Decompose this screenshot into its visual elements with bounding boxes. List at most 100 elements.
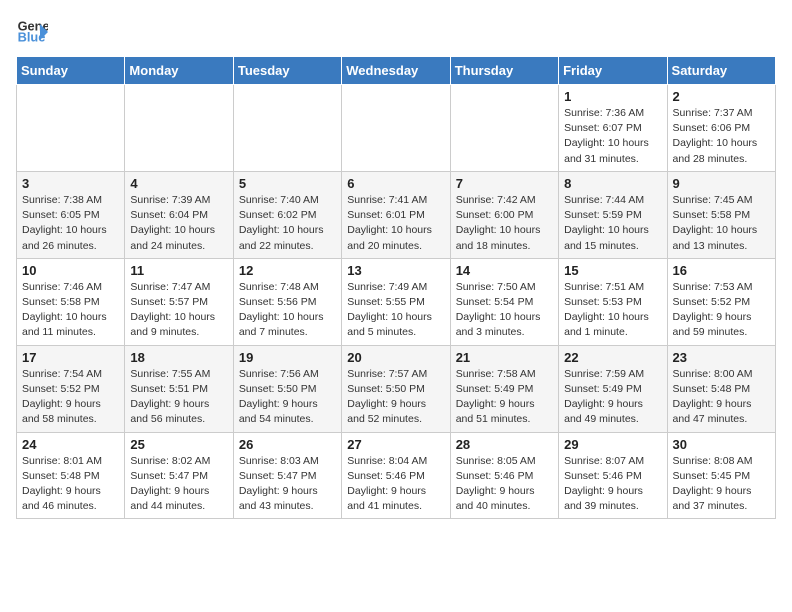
- day-info: Sunrise: 7:48 AMSunset: 5:56 PMDaylight:…: [239, 280, 336, 341]
- day-info: Sunrise: 7:41 AMSunset: 6:01 PMDaylight:…: [347, 193, 444, 254]
- calendar-cell: [17, 85, 125, 172]
- calendar-cell: 12Sunrise: 7:48 AMSunset: 5:56 PMDayligh…: [233, 258, 341, 345]
- day-info: Sunrise: 8:05 AMSunset: 5:46 PMDaylight:…: [456, 454, 553, 515]
- week-row-3: 10 Sunrise: 7:46 AMSunset: 5:58 PMDayligh…: [17, 258, 776, 345]
- day-header-saturday: Saturday: [667, 57, 775, 85]
- day-info: Sunrise: 7:47 AMSunset: 5:57 PMDaylight:…: [130, 280, 227, 341]
- day-info: Sunrise: 8:03 AMSunset: 5:47 PMDaylight:…: [239, 454, 336, 515]
- day-header-sunday: Sunday: [17, 57, 125, 85]
- day-number: 11: [130, 263, 227, 278]
- day-number: 15: [564, 263, 661, 278]
- calendar-cell: [342, 85, 450, 172]
- day-info: Sunrise: 7:44 AMSunset: 5:59 PMDaylight:…: [564, 193, 661, 254]
- day-info: Sunrise: 8:07 AMSunset: 5:46 PMDaylight:…: [564, 454, 661, 515]
- day-number: 1: [564, 89, 661, 104]
- calendar-cell: 29 Sunrise: 8:07 AMSunset: 5:46 PMDayligh…: [559, 432, 667, 519]
- calendar-cell: 30 Sunrise: 8:08 AMSunset: 5:45 PMDayligh…: [667, 432, 775, 519]
- day-header-tuesday: Tuesday: [233, 57, 341, 85]
- day-number: 20: [347, 350, 444, 365]
- day-number: 28: [456, 437, 553, 452]
- calendar-cell: 13Sunrise: 7:49 AMSunset: 5:55 PMDayligh…: [342, 258, 450, 345]
- day-header-friday: Friday: [559, 57, 667, 85]
- day-number: 7: [456, 176, 553, 191]
- day-info: Sunrise: 7:51 AMSunset: 5:53 PMDaylight:…: [564, 280, 661, 341]
- day-number: 6: [347, 176, 444, 191]
- day-number: 22: [564, 350, 661, 365]
- day-number: 29: [564, 437, 661, 452]
- week-row-1: 1 Sunrise: 7:36 AMSunset: 6:07 PMDaylight…: [17, 85, 776, 172]
- day-number: 17: [22, 350, 119, 365]
- calendar-cell: 20 Sunrise: 7:57 AMSunset: 5:50 PMDayligh…: [342, 345, 450, 432]
- calendar-cell: 6 Sunrise: 7:41 AMSunset: 6:01 PMDaylight…: [342, 171, 450, 258]
- day-number: 30: [673, 437, 770, 452]
- calendar-cell: 23 Sunrise: 8:00 AMSunset: 5:48 PMDayligh…: [667, 345, 775, 432]
- day-info: Sunrise: 8:08 AMSunset: 5:45 PMDaylight:…: [673, 454, 770, 515]
- day-number: 21: [456, 350, 553, 365]
- calendar-cell: 5 Sunrise: 7:40 AMSunset: 6:02 PMDaylight…: [233, 171, 341, 258]
- day-number: 9: [673, 176, 770, 191]
- day-number: 23: [673, 350, 770, 365]
- day-number: 13: [347, 263, 444, 278]
- day-info: Sunrise: 7:38 AMSunset: 6:05 PMDaylight:…: [22, 193, 119, 254]
- day-number: 27: [347, 437, 444, 452]
- calendar-cell: 17 Sunrise: 7:54 AMSunset: 5:52 PMDayligh…: [17, 345, 125, 432]
- calendar-cell: 4 Sunrise: 7:39 AMSunset: 6:04 PMDaylight…: [125, 171, 233, 258]
- day-info: Sunrise: 8:01 AMSunset: 5:48 PMDaylight:…: [22, 454, 119, 515]
- day-number: 19: [239, 350, 336, 365]
- day-info: Sunrise: 7:53 AMSunset: 5:52 PMDaylight:…: [673, 280, 770, 341]
- day-number: 5: [239, 176, 336, 191]
- calendar-cell: 10 Sunrise: 7:46 AMSunset: 5:58 PMDayligh…: [17, 258, 125, 345]
- day-number: 16: [673, 263, 770, 278]
- calendar-cell: 2 Sunrise: 7:37 AMSunset: 6:06 PMDaylight…: [667, 85, 775, 172]
- calendar-cell: 8Sunrise: 7:44 AMSunset: 5:59 PMDaylight…: [559, 171, 667, 258]
- page-header: General Blue: [16, 16, 776, 48]
- calendar: SundayMondayTuesdayWednesdayThursdayFrid…: [16, 56, 776, 519]
- calendar-cell: 25 Sunrise: 8:02 AMSunset: 5:47 PMDayligh…: [125, 432, 233, 519]
- day-info: Sunrise: 7:46 AMSunset: 5:58 PMDaylight:…: [22, 280, 119, 341]
- day-number: 2: [673, 89, 770, 104]
- calendar-cell: 24 Sunrise: 8:01 AMSunset: 5:48 PMDayligh…: [17, 432, 125, 519]
- day-number: 10: [22, 263, 119, 278]
- calendar-cell: [233, 85, 341, 172]
- day-info: Sunrise: 7:54 AMSunset: 5:52 PMDaylight:…: [22, 367, 119, 428]
- calendar-cell: 28 Sunrise: 8:05 AMSunset: 5:46 PMDayligh…: [450, 432, 558, 519]
- calendar-cell: 21 Sunrise: 7:58 AMSunset: 5:49 PMDayligh…: [450, 345, 558, 432]
- calendar-cell: 27 Sunrise: 8:04 AMSunset: 5:46 PMDayligh…: [342, 432, 450, 519]
- calendar-cell: 11 Sunrise: 7:47 AMSunset: 5:57 PMDayligh…: [125, 258, 233, 345]
- day-info: Sunrise: 8:02 AMSunset: 5:47 PMDaylight:…: [130, 454, 227, 515]
- day-info: Sunrise: 7:55 AMSunset: 5:51 PMDaylight:…: [130, 367, 227, 428]
- day-header-monday: Monday: [125, 57, 233, 85]
- week-row-4: 17 Sunrise: 7:54 AMSunset: 5:52 PMDayligh…: [17, 345, 776, 432]
- week-row-2: 3Sunrise: 7:38 AMSunset: 6:05 PMDaylight…: [17, 171, 776, 258]
- week-row-5: 24 Sunrise: 8:01 AMSunset: 5:48 PMDayligh…: [17, 432, 776, 519]
- day-header-wednesday: Wednesday: [342, 57, 450, 85]
- day-number: 14: [456, 263, 553, 278]
- calendar-cell: 22 Sunrise: 7:59 AMSunset: 5:49 PMDayligh…: [559, 345, 667, 432]
- day-info: Sunrise: 7:59 AMSunset: 5:49 PMDaylight:…: [564, 367, 661, 428]
- day-info: Sunrise: 7:36 AMSunset: 6:07 PMDaylight:…: [564, 106, 661, 167]
- day-info: Sunrise: 8:00 AMSunset: 5:48 PMDaylight:…: [673, 367, 770, 428]
- calendar-cell: 9 Sunrise: 7:45 AMSunset: 5:58 PMDaylight…: [667, 171, 775, 258]
- logo: General Blue: [16, 16, 52, 48]
- day-info: Sunrise: 7:58 AMSunset: 5:49 PMDaylight:…: [456, 367, 553, 428]
- day-info: Sunrise: 7:39 AMSunset: 6:04 PMDaylight:…: [130, 193, 227, 254]
- calendar-cell: 15 Sunrise: 7:51 AMSunset: 5:53 PMDayligh…: [559, 258, 667, 345]
- calendar-header: SundayMondayTuesdayWednesdayThursdayFrid…: [17, 57, 776, 85]
- day-number: 25: [130, 437, 227, 452]
- calendar-cell: 7Sunrise: 7:42 AMSunset: 6:00 PMDaylight…: [450, 171, 558, 258]
- day-number: 4: [130, 176, 227, 191]
- calendar-cell: [450, 85, 558, 172]
- day-info: Sunrise: 7:40 AMSunset: 6:02 PMDaylight:…: [239, 193, 336, 254]
- calendar-cell: 16 Sunrise: 7:53 AMSunset: 5:52 PMDayligh…: [667, 258, 775, 345]
- calendar-cell: [125, 85, 233, 172]
- day-header-thursday: Thursday: [450, 57, 558, 85]
- logo-icon: General Blue: [16, 16, 48, 48]
- day-info: Sunrise: 8:04 AMSunset: 5:46 PMDaylight:…: [347, 454, 444, 515]
- day-info: Sunrise: 7:37 AMSunset: 6:06 PMDaylight:…: [673, 106, 770, 167]
- day-number: 24: [22, 437, 119, 452]
- day-info: Sunrise: 7:56 AMSunset: 5:50 PMDaylight:…: [239, 367, 336, 428]
- day-info: Sunrise: 7:45 AMSunset: 5:58 PMDaylight:…: [673, 193, 770, 254]
- calendar-cell: 18Sunrise: 7:55 AMSunset: 5:51 PMDayligh…: [125, 345, 233, 432]
- calendar-cell: 19 Sunrise: 7:56 AMSunset: 5:50 PMDayligh…: [233, 345, 341, 432]
- day-info: Sunrise: 7:57 AMSunset: 5:50 PMDaylight:…: [347, 367, 444, 428]
